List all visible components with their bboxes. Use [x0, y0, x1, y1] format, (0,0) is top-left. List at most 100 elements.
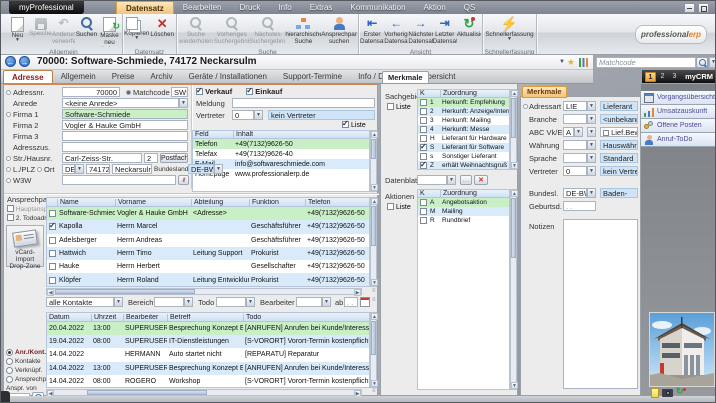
sachgebiet-row-sonstiger-lieferant[interactable]: sSonstiger Lieferant — [418, 152, 509, 161]
scroll-up-icon[interactable]: ▲ — [511, 90, 518, 97]
geburtsdatum-field[interactable]: . . — [563, 201, 596, 211]
ribbon-button-aktualisieren[interactable]: Aktualisieren — [457, 15, 481, 48]
contact-checkbox[interactable] — [49, 223, 56, 230]
ribbon-button-l-schen[interactable]: Löschen — [150, 15, 176, 48]
contact-row-kapolla[interactable]: KapollaHerrn MarcelGeschäftsführer+49(71… — [47, 220, 369, 233]
aktion-row-mailing[interactable]: MMailing — [418, 207, 509, 216]
aktion-checkbox[interactable] — [420, 199, 427, 206]
crm-tab-1[interactable]: 1 — [645, 72, 656, 82]
ribbon-tab-bearbeiten[interactable]: Bearbeiten — [174, 1, 231, 14]
bundesland-detail-dropdown-icon[interactable]: ▼ — [587, 188, 596, 198]
branche-field[interactable] — [563, 114, 587, 124]
contact-select-cell[interactable] — [47, 220, 57, 233]
window-minimize-button[interactable] — [684, 3, 695, 13]
title-dropdown-icon[interactable]: ▼ — [559, 57, 565, 67]
land-radio[interactable] — [6, 167, 11, 172]
ab-datum-field[interactable]: . . — [344, 297, 358, 307]
ribbon-tab-aktion[interactable]: Aktion — [415, 1, 455, 14]
scroll-down-icon[interactable]: ▼ — [371, 279, 378, 286]
scroll-up-icon[interactable]: ▲ — [371, 198, 378, 205]
history-radio-anr-kont[interactable]: Anr./Kont. — [6, 348, 46, 357]
datenblatt-browse-button[interactable]: … — [460, 175, 472, 185]
sachgebiet-row-lieferant-f-r-software[interactable]: SLieferant für Software — [418, 143, 509, 152]
firma3-field[interactable] — [62, 131, 188, 141]
sachgebiet-select-cell[interactable] — [418, 143, 428, 152]
ribbon-button-erster-datensatz[interactable]: Erster Datensatz — [360, 15, 384, 48]
aktion-row-angebotsaktion[interactable]: AAngebotsaktion — [418, 198, 509, 207]
aktion-select-cell[interactable] — [418, 207, 428, 216]
tab-allgemein[interactable]: Allgemein — [53, 70, 104, 83]
history-row[interactable]: 14.04.202213:00SUPERUSERBesprechung Konz… — [47, 362, 369, 375]
sidebar-item-vorgangs-bersicht[interactable]: Vorgangsübersicht — [641, 91, 716, 105]
history-header-bearbeiter[interactable]: Bearbeiter — [123, 314, 167, 321]
scroll-down-icon[interactable]: ▼ — [511, 382, 518, 389]
sachgebiet-checkbox[interactable] — [420, 144, 427, 151]
ribbon-tab-kommunikation[interactable]: Kommunikation — [341, 1, 414, 14]
ribbon-tab-datensatz[interactable]: Datensatz — [116, 1, 174, 14]
contact-select-cell[interactable] — [47, 234, 57, 247]
sachgebiete-table-header[interactable]: K Zuordnung — [417, 89, 510, 98]
sprache-dropdown-icon[interactable]: ▼ — [587, 153, 596, 163]
abc-dropdown-icon[interactable]: ▼ — [574, 127, 583, 137]
sachgebiet-checkbox[interactable] — [420, 162, 427, 169]
liste-checkbox[interactable]: Liste — [342, 121, 366, 129]
ribbon-tab-extras[interactable]: Extras — [301, 1, 342, 14]
verkauf-checkbox[interactable]: Verkauf — [196, 87, 232, 96]
adressart-dropdown-icon[interactable]: ▼ — [587, 101, 596, 111]
scroll-left-icon[interactable]: ◀ — [47, 289, 54, 296]
bereich-select[interactable] — [154, 297, 184, 307]
merkmale-tab[interactable]: Merkmale — [382, 71, 429, 83]
strasse-field[interactable]: Carl-Zeiss-Str. — [62, 153, 142, 163]
contacts-header-funktion[interactable]: Funktion — [249, 199, 305, 206]
ribbon-button-neu[interactable]: Neu▼ — [6, 15, 29, 48]
sidebar-item-offene-posten[interactable]: Offene Posten — [641, 119, 716, 133]
sachgebiet-select-cell[interactable] — [418, 98, 428, 107]
crm-tab-2[interactable]: 2 — [657, 72, 668, 82]
anrede-select[interactable]: <keine Anrede> — [62, 98, 179, 108]
contact-select-cell[interactable] — [47, 260, 57, 273]
contact-checkbox[interactable] — [49, 277, 56, 284]
fields-header-inhalt[interactable]: Inhalt — [233, 131, 369, 138]
vertreter-detail-field[interactable]: 0 — [563, 166, 587, 176]
w3w-field[interactable] — [62, 175, 176, 185]
scroll-up-icon[interactable]: ▲ — [371, 313, 378, 320]
aktion-checkbox[interactable] — [420, 208, 427, 215]
history-header-todo[interactable]: Todo — [243, 314, 369, 321]
sachgebiete-liste-checkbox[interactable]: Liste — [387, 103, 411, 111]
sync-icon[interactable] — [676, 388, 686, 398]
sachgebiet-select-cell[interactable] — [418, 134, 428, 143]
ribbon-tab-druck[interactable]: Druck — [231, 1, 270, 14]
branche-dropdown-icon[interactable]: ▼ — [587, 114, 596, 124]
vertreter-detail-dropdown-icon[interactable]: ▼ — [587, 166, 596, 176]
ribbon-tab-qs[interactable]: QS — [455, 1, 485, 14]
sachgebiet-checkbox[interactable] — [420, 126, 427, 133]
tab-adresse[interactable]: Adresse — [3, 70, 53, 83]
ribbon-button-n-chster-datensatz[interactable]: Nächster Datensatz — [408, 15, 432, 48]
history-row[interactable]: 20.04.202213:00SUPERUSERBesprechung Konz… — [47, 322, 369, 335]
favorite-star-icon[interactable]: ★ — [567, 57, 575, 67]
datenblatt-dropdown-icon[interactable]: ▼ — [447, 175, 456, 185]
matchcode-radio[interactable] — [126, 90, 131, 95]
contacts-table-header[interactable]: Name Vorname Abteilung Funktion Telefon — [46, 197, 370, 207]
history-row[interactable]: 14.04.202208:00ROGEROWorkshop[S-VORORT] … — [47, 375, 369, 388]
history-radio-kontakte[interactable]: Kontakte — [6, 357, 46, 366]
aktionen-liste-checkbox[interactable]: Liste — [387, 203, 411, 211]
aktionen-header-k[interactable]: K — [418, 190, 440, 197]
w3w-radio[interactable] — [6, 178, 11, 183]
notizen-textarea[interactable] — [563, 219, 638, 389]
ribbon-button-maske-neu-laden[interactable]: Maske neu laden — [98, 15, 121, 48]
scroll-down-icon[interactable]: ▼ — [511, 162, 518, 169]
contact-row-software-schmiede[interactable]: Software-SchmiedeVogler & Hauke GmbH<Adr… — [47, 207, 369, 220]
ribbon-button-hierarchische-suche[interactable]: hierarchische Suche — [285, 15, 321, 48]
sachgebiet-row-herkunft-mailing[interactable]: 3Herkunft: Mailing — [418, 116, 509, 125]
meldung-field[interactable] — [232, 98, 375, 108]
contact-row-hauke[interactable]: HaukeHerrn HerbertGesellschafter+49(7132… — [47, 260, 369, 273]
contacts-scrollbar[interactable]: ▲ ▼ — [370, 197, 377, 287]
window-maximize-button[interactable] — [698, 3, 709, 13]
vcard-drop-zone[interactable]: vCard-Import Drop-Zone — [6, 225, 44, 267]
datenblatt-select[interactable] — [417, 175, 447, 185]
matchcode-search-button[interactable] — [696, 57, 708, 68]
sachgebiete-header-k[interactable]: K — [418, 90, 440, 97]
sachgebiet-checkbox[interactable] — [420, 153, 427, 160]
resize-grip[interactable]: ≡ — [372, 288, 376, 295]
